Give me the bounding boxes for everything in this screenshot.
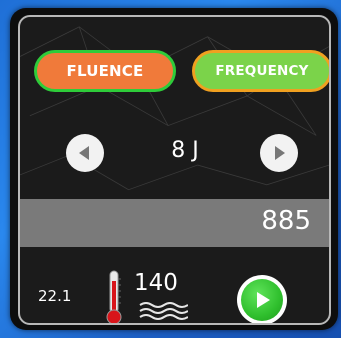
play-button[interactable]	[237, 275, 287, 323]
decrease-button[interactable]	[66, 134, 104, 172]
frequency-label: FREQUENCY	[215, 63, 309, 79]
chevron-right-icon	[275, 146, 285, 160]
control-panel: FLUENCE FREQUENCY 8 J 885 22.1 140	[18, 15, 331, 325]
temperature-value: 22.1	[38, 287, 72, 305]
fluence-label: FLUENCE	[66, 62, 144, 80]
water-level-value: 140	[134, 270, 178, 296]
value-readout: 885	[261, 206, 311, 236]
play-button-inner	[241, 279, 283, 321]
value-bar: 885	[20, 199, 329, 247]
chevron-left-icon	[79, 146, 89, 160]
increase-button[interactable]	[260, 134, 298, 172]
fluence-button[interactable]: FLUENCE	[34, 50, 176, 92]
thermometer-icon	[106, 270, 122, 323]
frequency-button[interactable]: FREQUENCY	[192, 50, 329, 92]
water-waves-icon	[139, 302, 188, 320]
play-icon	[257, 292, 270, 308]
energy-value: 8 J	[171, 138, 199, 163]
